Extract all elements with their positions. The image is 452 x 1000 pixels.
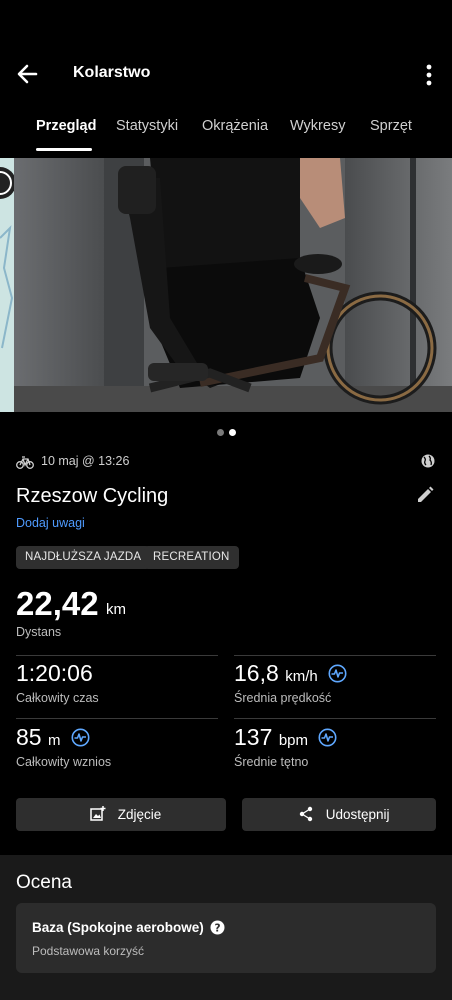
stat-value: 1:20:06: [16, 660, 93, 686]
arrow-back-icon: [17, 64, 38, 84]
more-options-button[interactable]: [418, 62, 440, 88]
stat-label: Całkowity wznios: [16, 755, 112, 769]
training-effect-card[interactable]: Baza (Spokojne aerobowe) ? Podstawowa ko…: [16, 903, 436, 973]
add-notes-link[interactable]: Dodaj uwagi: [16, 516, 85, 530]
globe-icon[interactable]: [420, 453, 436, 469]
assessment-title: Ocena: [16, 872, 72, 893]
activity-meta: 10 maj @ 13:26: [16, 452, 436, 472]
share-label: Udostępnij: [325, 807, 390, 822]
stat-label: Średnia prędkość: [234, 691, 332, 705]
more-vert-icon: [426, 64, 432, 86]
live-data-icon[interactable]: [318, 728, 337, 747]
tab-charts[interactable]: Wykresy: [290, 118, 345, 134]
divider: [234, 655, 436, 656]
stat-unit: bpm: [278, 732, 309, 749]
activity-name: Rzeszow Cycling: [16, 485, 169, 507]
svg-text:?: ?: [214, 922, 220, 934]
badge-longest-ride: NAJDŁUŻSZA JAZDA: [16, 546, 151, 569]
distance-unit: km: [106, 601, 126, 618]
map-thumbnail: [0, 158, 16, 412]
training-effect-subtitle: Podstawowa korzyść: [32, 944, 145, 958]
activity-date: 10 maj @ 13:26: [41, 454, 130, 468]
stat-unit: km/h: [285, 668, 318, 685]
tab-laps[interactable]: Okrążenia: [202, 118, 268, 134]
stat-avg-heart-rate: 137 bpm Średnie tętno: [234, 724, 434, 778]
tab-active-indicator: [36, 148, 92, 151]
stat-total-ascent: 85 m Całkowity wznios: [16, 724, 216, 778]
edit-pencil-icon[interactable]: [414, 484, 436, 506]
stat-value: 85: [16, 724, 42, 750]
divider: [16, 718, 218, 719]
add-photo-label: Zdjęcie: [117, 807, 162, 822]
tab-bar: Przegląd Statystyki Okrążenia Wykresy Sp…: [0, 108, 452, 152]
tab-gear[interactable]: Sprzęt: [370, 118, 412, 134]
tab-statistics[interactable]: Statystyki: [116, 118, 178, 134]
top-app-bar: Kolarstwo: [0, 48, 452, 100]
stat-value: 16,8: [234, 660, 279, 686]
live-data-icon[interactable]: [71, 728, 90, 747]
bicycle-icon: [16, 456, 34, 469]
stat-label: Średnie tętno: [234, 755, 309, 769]
assessment-section: Ocena Baza (Spokojne aerobowe) ? Podstaw…: [0, 855, 452, 1000]
stat-total-time: 1:20:06 Całkowity czas: [16, 660, 216, 714]
add-photo-button[interactable]: Zdjęcie: [16, 798, 226, 831]
carousel-dot-2[interactable]: [229, 429, 236, 436]
map-preview-strip[interactable]: [0, 158, 16, 412]
divider: [16, 655, 218, 656]
stat-value: 137: [234, 724, 273, 750]
carousel-indicator: [0, 428, 452, 438]
stat-avg-speed: 16,8 km/h Średnia prędkość: [234, 660, 434, 714]
badge-recreation: RECREATION: [144, 546, 239, 569]
share-icon: [299, 806, 313, 822]
page-title: Kolarstwo: [73, 64, 151, 81]
distance-value: 22,42: [16, 585, 99, 622]
training-effect-title: Baza (Spokojne aerobowe): [32, 920, 204, 935]
carousel-dot-1[interactable]: [217, 429, 224, 436]
stat-label: Całkowity czas: [16, 691, 99, 705]
add-photo-icon: [90, 806, 106, 821]
activity-photo[interactable]: [0, 158, 452, 412]
distance-label: Dystans: [16, 625, 62, 639]
divider: [234, 718, 436, 719]
help-icon[interactable]: ?: [210, 920, 225, 935]
live-data-icon[interactable]: [328, 664, 347, 683]
tab-overview[interactable]: Przegląd: [36, 118, 96, 134]
share-button[interactable]: Udostępnij: [242, 798, 436, 831]
cyclist-photo: [0, 158, 452, 412]
back-button[interactable]: [14, 60, 44, 88]
stat-unit: m: [48, 732, 61, 749]
